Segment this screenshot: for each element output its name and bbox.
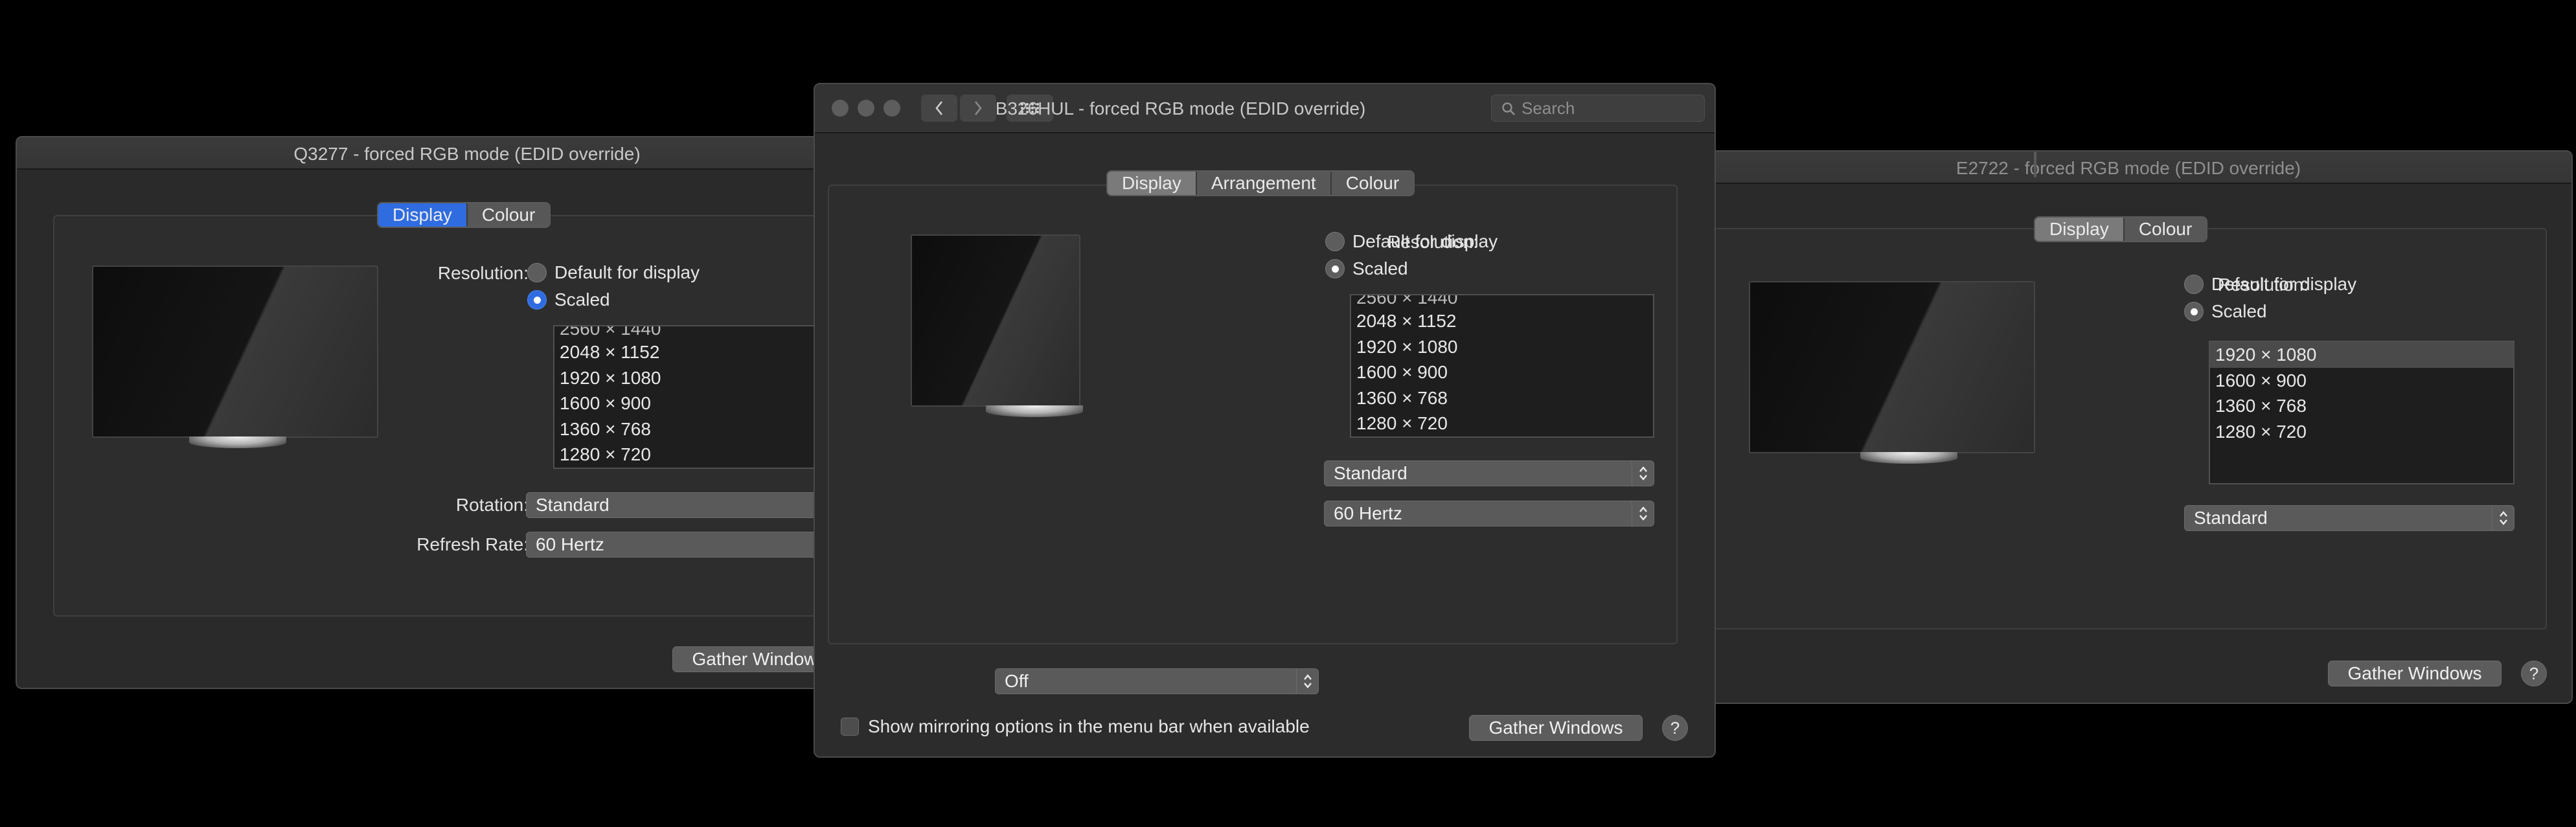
tab-bar: Display Colour <box>377 202 551 228</box>
rotation-value: Standard <box>536 495 610 515</box>
resolution-list[interactable]: 1920 × 1080 1600 × 900 1360 × 768 1280 ×… <box>2209 341 2514 484</box>
refresh-rate-value: 60 Hertz <box>536 534 604 554</box>
rotation-popup[interactable]: Standard <box>2184 505 2514 531</box>
help-button[interactable]: ? <box>1662 715 1688 741</box>
resolution-list[interactable]: 2560 × 1440 2048 × 1152 1920 × 1080 1600… <box>1350 294 1654 438</box>
toolbar[interactable]: B326HUL - forced RGB mode (EDID override… <box>815 84 1715 133</box>
mirroring-option[interactable]: Show mirroring options in the menu bar w… <box>841 716 1310 737</box>
list-item[interactable]: 1600 × 900 <box>554 391 856 416</box>
chevron-updown-icon <box>1296 669 1318 694</box>
gather-windows-button[interactable]: Gather Windows <box>1469 715 1643 741</box>
radio-label: Scaled <box>2211 301 2267 321</box>
list-item[interactable]: 2560 × 1440 <box>1351 295 1653 308</box>
chevron-updown-icon <box>2492 506 2514 530</box>
window-title: B326HUL - forced RGB mode (EDID override… <box>995 98 1366 119</box>
radio-scaled[interactable]: Scaled <box>2184 301 2267 322</box>
tab-colour[interactable]: Colour <box>467 203 550 227</box>
gather-windows-button[interactable]: Gather Windows <box>2328 661 2502 686</box>
tab-bar: Display Arrangement Colour <box>1106 170 1415 196</box>
list-item[interactable]: 1280 × 720 <box>554 442 856 468</box>
list-item[interactable]: 1920 × 1080 <box>1351 334 1653 360</box>
radio-button[interactable] <box>1325 232 1345 251</box>
list-item[interactable]: 2560 × 1440 <box>554 326 856 339</box>
resolution-list[interactable]: 2560 × 1440 2048 × 1152 1920 × 1080 1600… <box>553 325 858 469</box>
refresh-rate-value: 60 Hertz <box>1334 503 1402 523</box>
tab-arrangement[interactable]: Arrangement <box>1196 172 1332 195</box>
titlebar[interactable]: E2722 - forced RGB mode (EDID override) <box>1685 152 2571 184</box>
radio-button[interactable] <box>2184 302 2204 321</box>
list-item[interactable]: 1360 × 768 <box>2210 393 2513 419</box>
monitor-stand-icon <box>986 405 1083 417</box>
radio-button[interactable] <box>2184 275 2204 294</box>
radio-button[interactable] <box>527 290 547 310</box>
search-input[interactable]: Search <box>1491 95 1705 122</box>
tab-display[interactable]: Display <box>2035 218 2125 241</box>
radio-default-for-display[interactable]: Default for display <box>1325 231 1498 252</box>
list-item[interactable]: 1360 × 768 <box>554 416 856 442</box>
radio-label: Default for display <box>2211 274 2357 294</box>
rotation-value: Standard <box>2194 508 2268 528</box>
window-b326hul: B326HUL - forced RGB mode (EDID override… <box>814 83 1716 758</box>
list-item[interactable]: 1360 × 768 <box>1351 385 1653 411</box>
airplay-display-popup[interactable]: Off <box>995 668 1319 694</box>
tab-display[interactable]: Display <box>1108 172 1197 195</box>
radio-label: Scaled <box>554 289 610 310</box>
mirroring-checkbox-label: Show mirroring options in the menu bar w… <box>868 716 1310 736</box>
list-item[interactable]: 1600 × 900 <box>2210 368 2513 394</box>
radio-scaled[interactable]: Scaled <box>527 289 610 310</box>
monitor-stand-icon <box>189 436 286 448</box>
display-preview-icon <box>911 234 1080 407</box>
radio-default-for-display[interactable]: Default for display <box>527 262 700 283</box>
display-preview-icon <box>1749 281 2035 453</box>
help-button[interactable]: ? <box>2521 661 2547 686</box>
list-item[interactable]: 1600 × 900 <box>1351 359 1653 385</box>
display-preview-icon <box>92 266 378 438</box>
list-item[interactable]: 1920 × 1080 <box>554 365 856 391</box>
tab-bar: Display Colour <box>2034 216 2208 242</box>
tab-colour[interactable]: Colour <box>1331 172 1414 195</box>
list-item[interactable]: 1280 × 720 <box>2210 419 2513 445</box>
list-item[interactable]: 1920 × 1080 <box>2210 342 2513 368</box>
window-title: Q3277 - forced RGB mode (EDID override) <box>293 144 641 164</box>
window-q3277: Q3277 - forced RGB mode (EDID override) … <box>16 136 918 689</box>
monitor-stand-icon <box>1860 452 1957 464</box>
window-e2722: E2722 - forced RGB mode (EDID override) … <box>1684 150 2573 704</box>
radio-button[interactable] <box>527 263 547 282</box>
radio-label: Scaled <box>1352 258 1408 278</box>
list-item[interactable]: 2048 × 1152 <box>1351 308 1653 334</box>
airplay-display-value: Off <box>1005 671 1029 691</box>
search-icon <box>1502 102 1515 115</box>
radio-button[interactable] <box>1325 259 1345 278</box>
radio-scaled[interactable]: Scaled <box>1325 258 1408 279</box>
tab-colour[interactable]: Colour <box>2124 218 2207 241</box>
chevron-updown-icon <box>1632 461 1654 486</box>
list-item[interactable]: 1280 × 720 <box>1351 411 1653 436</box>
rotation-value: Standard <box>1334 463 1408 483</box>
radio-label: Default for display <box>1352 231 1498 251</box>
refresh-rate-popup[interactable]: 60 Hertz <box>1324 501 1654 527</box>
rotation-label: Rotation: <box>455 495 529 515</box>
chevron-updown-icon <box>1632 501 1654 526</box>
mirroring-checkbox[interactable] <box>841 718 859 736</box>
list-item[interactable]: 2048 × 1152 <box>554 339 856 365</box>
window-title: E2722 - forced RGB mode (EDID override) <box>1955 158 2301 178</box>
tab-bar <box>2034 152 2036 177</box>
radio-default-for-display[interactable]: Default for display <box>2184 274 2356 295</box>
radio-label: Default for display <box>554 262 700 282</box>
refresh-rate-label: Refresh Rate: <box>416 534 529 554</box>
resolution-label: Resolution: <box>437 263 529 283</box>
tab-display[interactable]: Display <box>378 203 468 227</box>
titlebar[interactable]: Q3277 - forced RGB mode (EDID override) <box>17 137 917 170</box>
rotation-popup[interactable]: Standard <box>1324 460 1654 486</box>
